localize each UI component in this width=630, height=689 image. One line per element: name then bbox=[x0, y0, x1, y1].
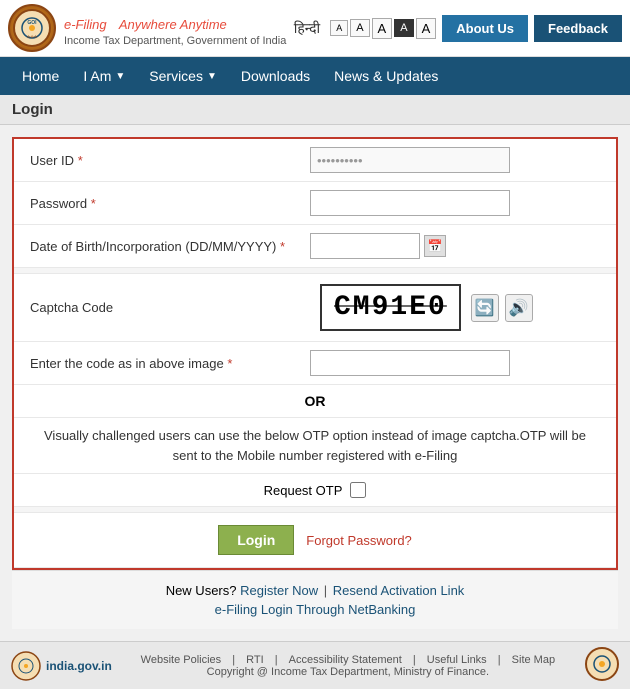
india-gov-logo[interactable]: india.gov.in bbox=[10, 650, 112, 682]
font-size-small[interactable]: A bbox=[330, 20, 348, 36]
policy-links: Website Policies | RTI | Accessibility S… bbox=[112, 654, 584, 666]
top-bar: GOI ☆☆☆ e-Filing Anywhere Anytime Income… bbox=[0, 0, 630, 57]
hindi-lang-label[interactable]: हिन्दी bbox=[294, 19, 320, 38]
captcha-enter-label: Enter the code as in above image * bbox=[30, 356, 310, 371]
login-form-box: User ID * Password * Date of Birth/Incor… bbox=[12, 137, 618, 570]
captcha-image: CM91E0 bbox=[320, 284, 461, 331]
dob-label: Date of Birth/Incorporation (DD/MM/YYYY)… bbox=[30, 239, 310, 254]
password-row: Password * bbox=[14, 182, 616, 225]
login-btn-row: Login Forgot Password? bbox=[14, 513, 616, 568]
top-right-controls: हिन्दी A A A A A About Us Feedback bbox=[294, 15, 622, 42]
otp-message: Visually challenged users can use the be… bbox=[14, 418, 616, 474]
netbanking-row: e-Filing Login Through NetBanking bbox=[20, 602, 610, 617]
efiling-department: Income Tax Department, Government of Ind… bbox=[64, 35, 286, 47]
page-title: Login bbox=[0, 95, 630, 125]
dob-row: Date of Birth/Incorporation (DD/MM/YYYY)… bbox=[14, 225, 616, 268]
govt-logo: GOI ☆☆☆ bbox=[8, 4, 56, 52]
svg-text:☆☆☆: ☆☆☆ bbox=[27, 34, 38, 39]
india-gov-text: india.gov.in bbox=[46, 659, 112, 673]
efiling-subtitle: Anywhere Anytime bbox=[119, 17, 227, 32]
website-policies-link[interactable]: Website Policies bbox=[141, 654, 222, 666]
accessibility-link[interactable]: Accessibility Statement bbox=[289, 654, 402, 666]
font-size-large[interactable]: A bbox=[372, 18, 393, 39]
font-size-medium[interactable]: A bbox=[350, 19, 369, 37]
nav-i-am[interactable]: I Am ▼ bbox=[71, 60, 137, 92]
efiling-title: e-Filing Anywhere Anytime bbox=[64, 9, 286, 35]
password-label: Password * bbox=[30, 196, 310, 211]
request-otp-label: Request OTP bbox=[264, 483, 343, 498]
font-size-contrast[interactable]: A bbox=[394, 19, 413, 37]
userid-row: User ID * bbox=[14, 139, 616, 182]
userid-required: * bbox=[78, 153, 83, 168]
efiling-brand: e-Filing Anywhere Anytime Income Tax Dep… bbox=[64, 9, 286, 47]
userid-label: User ID * bbox=[30, 153, 310, 168]
captcha-required: * bbox=[227, 356, 232, 371]
bottom-links-area: Website Policies | RTI | Accessibility S… bbox=[112, 654, 584, 678]
nav-services-arrow: ▼ bbox=[207, 71, 217, 82]
font-size-xlarge[interactable]: A bbox=[416, 18, 437, 39]
userid-input[interactable] bbox=[310, 147, 510, 173]
india-gov-area: india.gov.in bbox=[10, 650, 112, 682]
footer-links: New Users? Register Now | Resend Activat… bbox=[12, 570, 618, 629]
copyright-text: Copyright @ Income Tax Department, Minis… bbox=[112, 666, 584, 678]
new-users-text: New Users? bbox=[166, 583, 237, 598]
login-button[interactable]: Login bbox=[218, 525, 294, 555]
useful-links-link[interactable]: Useful Links bbox=[427, 654, 487, 666]
captcha-row: Captcha Code CM91E0 🔄 🔊 bbox=[14, 274, 616, 342]
nav-downloads[interactable]: Downloads bbox=[229, 60, 322, 92]
password-input[interactable] bbox=[310, 190, 510, 216]
otp-checkbox[interactable] bbox=[350, 482, 366, 498]
feedback-button[interactable]: Feedback bbox=[534, 15, 622, 42]
brand-area: GOI ☆☆☆ e-Filing Anywhere Anytime Income… bbox=[8, 4, 286, 52]
captcha-controls: 🔄 🔊 bbox=[471, 294, 533, 322]
bottom-right-logo bbox=[584, 646, 620, 685]
nav-services[interactable]: Services ▼ bbox=[137, 60, 229, 92]
nav-i-am-arrow: ▼ bbox=[115, 71, 125, 82]
rti-link[interactable]: RTI bbox=[246, 654, 264, 666]
main-content: User ID * Password * Date of Birth/Incor… bbox=[0, 125, 630, 641]
bottom-bar: india.gov.in Website Policies | RTI | Ac… bbox=[0, 641, 630, 689]
request-otp-row: Request OTP bbox=[14, 474, 616, 507]
captcha-audio-button[interactable]: 🔊 bbox=[505, 294, 533, 322]
captcha-input-row: Enter the code as in above image * bbox=[14, 342, 616, 385]
captcha-label: Captcha Code bbox=[30, 300, 310, 315]
site-map-link[interactable]: Site Map bbox=[512, 654, 555, 666]
register-now-link[interactable]: Register Now bbox=[240, 583, 318, 598]
font-size-controls: A A A A A bbox=[330, 18, 436, 39]
or-divider: OR bbox=[14, 385, 616, 418]
register-row: New Users? Register Now | Resend Activat… bbox=[20, 583, 610, 598]
dob-input[interactable] bbox=[310, 233, 420, 259]
netbanking-link[interactable]: e-Filing Login Through NetBanking bbox=[215, 602, 416, 617]
nav-news[interactable]: News & Updates bbox=[322, 60, 450, 92]
dob-required: * bbox=[280, 239, 285, 254]
password-required: * bbox=[91, 196, 96, 211]
captcha-input[interactable] bbox=[310, 350, 510, 376]
forgot-password-link[interactable]: Forgot Password? bbox=[306, 533, 412, 548]
about-us-button[interactable]: About Us bbox=[442, 15, 528, 42]
calendar-icon[interactable]: 📅 bbox=[424, 235, 446, 257]
nav-home[interactable]: Home bbox=[10, 60, 71, 92]
captcha-refresh-button[interactable]: 🔄 bbox=[471, 294, 499, 322]
nav-bar: Home I Am ▼ Services ▼ Downloads News & … bbox=[0, 57, 630, 95]
resend-activation-link[interactable]: Resend Activation Link bbox=[333, 583, 465, 598]
